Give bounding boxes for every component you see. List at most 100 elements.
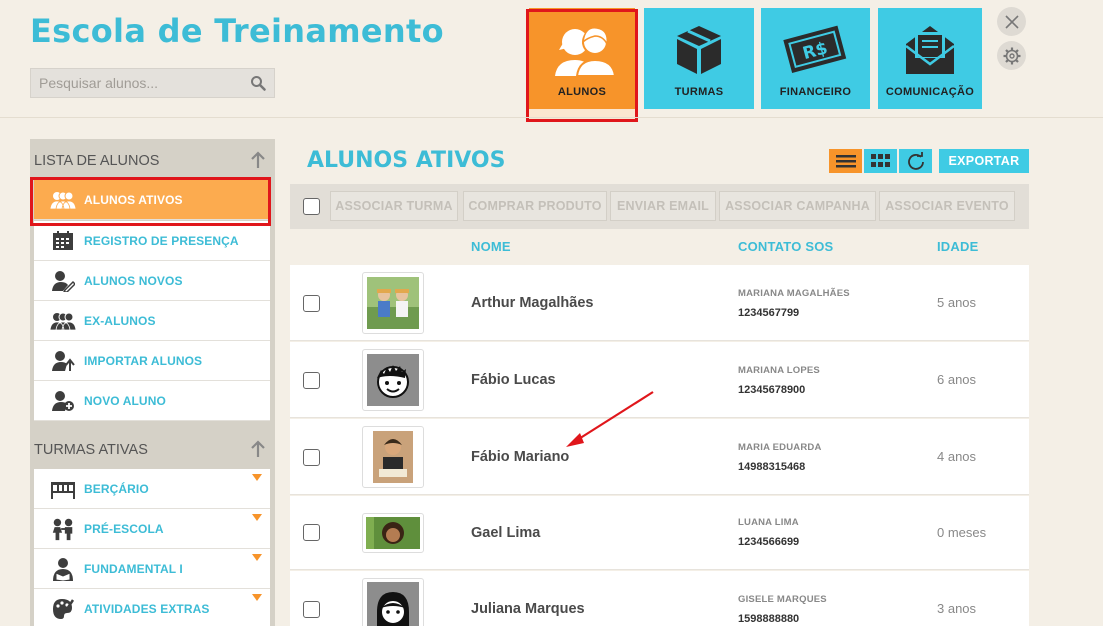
- reader-icon: [50, 557, 76, 581]
- arrow-up-icon[interactable]: [251, 440, 265, 458]
- search-input[interactable]: [31, 69, 241, 97]
- app-title: Escola de Treinamento: [30, 12, 444, 50]
- classes-header[interactable]: TURMAS ATIVAS: [30, 428, 275, 464]
- caret-down-icon[interactable]: [252, 514, 262, 521]
- column-header-age[interactable]: IDADE: [937, 230, 978, 264]
- search-icon[interactable]: [250, 75, 266, 96]
- student-age: 3 anos: [937, 601, 977, 616]
- sidebar-item-label: PRÉ-ESCOLA: [84, 522, 164, 536]
- arrow-up-icon[interactable]: [251, 151, 265, 169]
- module-financeiro[interactable]: R$ FINANCEIRO: [761, 8, 870, 109]
- sidebar-item-registro-presenca[interactable]: REGISTRO DE PRESENÇA: [34, 221, 270, 261]
- student-name[interactable]: Arthur Magalhães: [471, 265, 593, 341]
- sidebar-item-fundamental[interactable]: FUNDAMENTAL I: [34, 549, 270, 589]
- contact-name: MARIANA LOPES: [738, 365, 820, 376]
- actions-bar: ASSOCIAR TURMA COMPRAR PRODUTO ENVIAR EM…: [290, 184, 1029, 229]
- contact-name: LUANA LIMA: [738, 517, 799, 528]
- sidebar-item-importar-alunos[interactable]: IMPORTAR ALUNOS: [34, 341, 270, 381]
- sidebar-item-label: ALUNOS NOVOS: [84, 274, 183, 288]
- row-checkbox[interactable]: [303, 372, 320, 389]
- children-icon: [50, 517, 76, 541]
- boy-avatar[interactable]: [362, 349, 424, 411]
- module-comunicacao[interactable]: COMUNICAÇÃO: [878, 8, 982, 109]
- sidebar-item-label: EX-ALUNOS: [84, 314, 156, 328]
- highlight-frame: [526, 9, 638, 122]
- crib-icon: [50, 477, 76, 501]
- module-label: COMUNICAÇÃO: [885, 86, 975, 98]
- student-photo[interactable]: [362, 513, 424, 553]
- sidebar-item-label: FUNDAMENTAL I: [84, 562, 183, 576]
- student-age: 0 meses: [937, 525, 987, 540]
- contact-phone: 1234567799: [738, 307, 800, 319]
- row-checkbox[interactable]: [303, 295, 320, 312]
- annotation-arrow: [566, 391, 654, 447]
- contact-phone: 1234566699: [738, 536, 800, 548]
- refresh-button[interactable]: [899, 149, 932, 173]
- column-header-contact[interactable]: CONTATO SOS: [738, 230, 833, 264]
- contact-name: MARIANA MAGALHÃES: [738, 288, 850, 299]
- student-age: 4 anos: [937, 449, 977, 464]
- row-checkbox[interactable]: [303, 524, 320, 541]
- grid-view-button[interactable]: [864, 149, 897, 173]
- student-name[interactable]: Fábio Lucas: [471, 342, 556, 418]
- user-add-icon: [50, 389, 76, 413]
- table-row[interactable]: Gael Lima LUANA LIMA 1234566699 0 meses: [290, 496, 1029, 570]
- sidebar-item-label: NOVO ALUNO: [84, 394, 166, 408]
- gear-icon: [1003, 47, 1020, 64]
- contact-name: MARIA EDUARDA: [738, 442, 822, 453]
- student-photo[interactable]: [362, 272, 424, 334]
- module-label: FINANCEIRO: [779, 86, 852, 98]
- enviar-email-button[interactable]: ENVIAR EMAIL: [610, 191, 716, 221]
- table-row[interactable]: Juliana Marques GISELE MARQUES 159888888…: [290, 571, 1029, 626]
- list-header-label: LISTA DE ALUNOS: [34, 153, 160, 169]
- list-icon: [835, 155, 856, 168]
- associar-campanha-button[interactable]: ASSOCIAR CAMPANHA: [719, 191, 876, 221]
- sidebar-item-bercario[interactable]: BERÇÁRIO: [34, 469, 270, 509]
- sidebar-item-label: REGISTRO DE PRESENÇA: [84, 234, 239, 248]
- user-import-icon: [50, 349, 76, 373]
- student-name[interactable]: Fábio Mariano: [471, 419, 569, 495]
- module-turmas[interactable]: TURMAS: [644, 8, 754, 109]
- sidebar-item-alunos-novos[interactable]: ALUNOS NOVOS: [34, 261, 270, 301]
- highlight-frame: [30, 177, 271, 226]
- sidebar-item-pre-escola[interactable]: PRÉ-ESCOLA: [34, 509, 270, 549]
- student-name[interactable]: Gael Lima: [471, 496, 540, 570]
- page-title: ALUNOS ATIVOS: [307, 148, 506, 173]
- student-age: 6 anos: [937, 372, 977, 387]
- row-checkbox[interactable]: [303, 601, 320, 618]
- export-button[interactable]: EXPORTAR: [939, 149, 1029, 173]
- close-button[interactable]: [997, 7, 1026, 36]
- comprar-produto-button[interactable]: COMPRAR PRODUTO: [463, 191, 607, 221]
- select-all-checkbox[interactable]: [303, 198, 320, 215]
- associar-turma-button[interactable]: ASSOCIAR TURMA: [330, 191, 458, 221]
- table-header: NOME CONTATO SOS IDADE: [290, 230, 1029, 264]
- contact-phone: 12345678900: [738, 384, 806, 396]
- header-divider: [0, 117, 1103, 118]
- module-label: TURMAS: [674, 86, 724, 98]
- envelope-icon: [905, 26, 955, 74]
- student-name[interactable]: Juliana Marques: [471, 571, 585, 626]
- girl-avatar[interactable]: [362, 578, 424, 626]
- associar-evento-button[interactable]: ASSOCIAR EVENTO: [879, 191, 1015, 221]
- money-icon: R$: [782, 25, 846, 73]
- box-icon: [677, 26, 721, 74]
- caret-down-icon[interactable]: [252, 554, 262, 561]
- sidebar-item-label: BERÇÁRIO: [84, 482, 149, 496]
- list-header[interactable]: LISTA DE ALUNOS: [30, 139, 275, 175]
- settings-button[interactable]: [997, 41, 1026, 70]
- student-age: 5 anos: [937, 295, 977, 310]
- row-checkbox[interactable]: [303, 449, 320, 466]
- sidebar-item-label: IMPORTAR ALUNOS: [84, 354, 203, 368]
- refresh-icon: [907, 152, 924, 170]
- grid-icon: [870, 154, 890, 167]
- list-view-button[interactable]: [829, 149, 862, 173]
- column-header-name[interactable]: NOME: [471, 230, 511, 264]
- table-row[interactable]: Arthur Magalhães MARIANA MAGALHÃES 12345…: [290, 265, 1029, 341]
- caret-down-icon[interactable]: [252, 474, 262, 481]
- student-photo[interactable]: [362, 426, 424, 488]
- sidebar-item-atividades-extras[interactable]: ATIVIDADES EXTRAS: [34, 589, 270, 626]
- sidebar-item-ex-alunos[interactable]: EX-ALUNOS: [34, 301, 270, 341]
- sidebar-item-novo-aluno[interactable]: NOVO ALUNO: [34, 381, 270, 421]
- contact-phone: 14988315468: [738, 461, 806, 473]
- caret-down-icon[interactable]: [252, 594, 262, 601]
